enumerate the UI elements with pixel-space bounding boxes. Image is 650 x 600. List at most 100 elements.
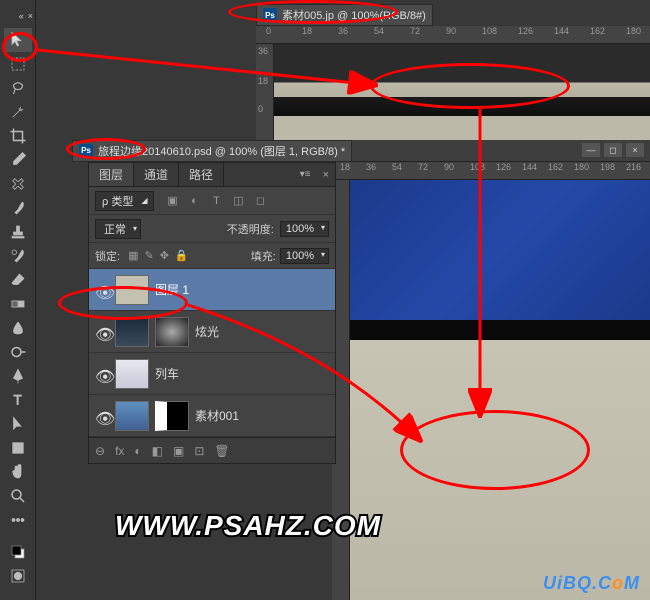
visibility-icon[interactable]: 👁 bbox=[95, 283, 109, 297]
panel-close-icon[interactable]: × bbox=[317, 169, 335, 181]
svg-text:T: T bbox=[13, 393, 21, 408]
tab-paths[interactable]: 路径 bbox=[179, 163, 224, 186]
layer-thumb[interactable] bbox=[115, 359, 149, 389]
panel-menu-icon[interactable]: ▾≡ bbox=[294, 169, 317, 180]
collapse-icon[interactable]: « bbox=[19, 11, 24, 21]
lock-row: 锁定: ▦ ✎ ✥ 🔒 填充: 100% bbox=[89, 243, 335, 269]
blend-row: 正常 不透明度: 100% bbox=[89, 215, 335, 243]
quick-mask-tool[interactable] bbox=[4, 564, 32, 588]
move-tool[interactable] bbox=[4, 28, 32, 52]
layer-mask[interactable] bbox=[155, 317, 189, 347]
new-layer-icon[interactable]: ⊡ bbox=[194, 444, 204, 458]
ps-icon: Ps bbox=[263, 8, 277, 22]
opacity-label: 不透明度: bbox=[227, 221, 274, 237]
fill-label: 填充: bbox=[251, 248, 276, 264]
eyedropper-tool[interactable] bbox=[4, 148, 32, 172]
visibility-icon[interactable]: 👁 bbox=[95, 409, 109, 423]
canvas-blue-area bbox=[350, 180, 650, 320]
visibility-icon[interactable]: 👁 bbox=[95, 367, 109, 381]
filter-row: ρ 类型 ◢ ▣ ◐ T ◫ ◻ bbox=[89, 187, 335, 215]
heal-tool[interactable] bbox=[4, 172, 32, 196]
hand-tool[interactable] bbox=[4, 460, 32, 484]
watermark-main: WWW.PSAHZ.COM WWW.PSAHZ.COM bbox=[115, 510, 381, 542]
canvas-black-strip bbox=[350, 320, 650, 340]
crop-tool[interactable] bbox=[4, 124, 32, 148]
canvas-doc2[interactable] bbox=[350, 180, 650, 600]
marquee-tool[interactable] bbox=[4, 52, 32, 76]
pen-tool[interactable] bbox=[4, 364, 32, 388]
eraser-tool[interactable] bbox=[4, 268, 32, 292]
visibility-icon[interactable]: 👁 bbox=[95, 325, 109, 339]
lock-trans-icon[interactable]: ▦ bbox=[128, 249, 138, 262]
lock-label: 锁定: bbox=[95, 248, 120, 264]
layer-row[interactable]: 👁 列车 bbox=[89, 353, 335, 395]
filter-shape-icon[interactable]: ◫ bbox=[230, 193, 246, 209]
layer-thumb[interactable] bbox=[115, 401, 149, 431]
trash-icon[interactable]: 🗑 bbox=[214, 444, 229, 458]
stamp-tool[interactable] bbox=[4, 220, 32, 244]
canvas-doc1[interactable] bbox=[274, 44, 650, 140]
toolbar-header: « × bbox=[0, 4, 35, 28]
fg-bg-colors[interactable] bbox=[4, 540, 32, 564]
layer-list: 👁 图层 1 👁 炫光 👁 列车 bbox=[89, 269, 335, 437]
layer-name[interactable]: 素材001 bbox=[195, 407, 239, 424]
layer-name[interactable]: 图层 1 bbox=[155, 281, 189, 298]
mask-icon[interactable]: ◐ bbox=[134, 444, 141, 458]
blend-mode-select[interactable]: 正常 bbox=[95, 219, 141, 239]
layer-row[interactable]: 👁 素材001 bbox=[89, 395, 335, 437]
ps-icon: Ps bbox=[79, 144, 93, 158]
filter-pixel-icon[interactable]: ▣ bbox=[164, 193, 180, 209]
opacity-value[interactable]: 100% bbox=[280, 221, 329, 237]
window-close-button[interactable]: × bbox=[626, 143, 644, 157]
adjustment-icon[interactable]: ◧ bbox=[152, 444, 163, 458]
tools-toolbar: « × T bbox=[0, 0, 36, 600]
path-select-tool[interactable] bbox=[4, 412, 32, 436]
zoom-tool[interactable] bbox=[4, 484, 32, 508]
ruler-horizontal-2: 18 36 54 72 90 108 126 144 162 180 198 2… bbox=[332, 162, 650, 180]
fx-icon[interactable]: fx bbox=[115, 444, 124, 458]
document-tab-1[interactable]: Ps 素材005.jp @ 100%(RGB/8#) bbox=[256, 4, 433, 26]
close-icon[interactable]: × bbox=[28, 11, 33, 21]
window-min-button[interactable]: — bbox=[582, 143, 600, 157]
filter-kind-select[interactable]: ρ 类型 ◢ bbox=[95, 191, 154, 211]
lock-pixel-icon[interactable]: ✎ bbox=[144, 249, 153, 262]
fill-value[interactable]: 100% bbox=[280, 248, 329, 264]
canvas-grey-area bbox=[350, 340, 650, 600]
lock-pos-icon[interactable]: ✥ bbox=[160, 249, 169, 262]
doc-tab-title: 旅程边缘20140610.psd @ 100% (图层 1, RGB/8) * bbox=[98, 143, 345, 159]
panel-tabs: 图层 通道 路径 ▾≡ × bbox=[89, 163, 335, 187]
filter-smart-icon[interactable]: ◻ bbox=[252, 193, 268, 209]
filter-type-icon[interactable]: T bbox=[208, 193, 224, 209]
document-tab-2[interactable]: Ps 旅程边缘20140610.psd @ 100% (图层 1, RGB/8)… bbox=[72, 140, 352, 162]
filter-icons: ▣ ◐ T ◫ ◻ bbox=[164, 193, 268, 209]
layer-name[interactable]: 炫光 bbox=[195, 323, 219, 340]
tab-channels[interactable]: 通道 bbox=[134, 163, 179, 186]
tab-layers[interactable]: 图层 bbox=[89, 163, 134, 186]
layer-row[interactable]: 👁 图层 1 bbox=[89, 269, 335, 311]
layer-thumb[interactable] bbox=[115, 275, 149, 305]
layers-panel: 图层 通道 路径 ▾≡ × ρ 类型 ◢ ▣ ◐ T ◫ ◻ bbox=[88, 162, 336, 464]
filter-adjust-icon[interactable]: ◐ bbox=[186, 193, 202, 209]
watermark-sub: UiBQ.CoM bbox=[543, 573, 640, 594]
group-icon[interactable]: ▣ bbox=[173, 444, 184, 458]
wand-tool[interactable] bbox=[4, 100, 32, 124]
type-tool[interactable]: T bbox=[4, 388, 32, 412]
link-layers-icon[interactable]: ⊖ bbox=[95, 444, 105, 458]
dodge-tool[interactable] bbox=[4, 340, 32, 364]
layer-mask[interactable] bbox=[155, 401, 189, 431]
layer-name[interactable]: 列车 bbox=[155, 365, 179, 382]
window-max-button[interactable]: ◻ bbox=[604, 143, 622, 157]
shape-tool[interactable] bbox=[4, 436, 32, 460]
blur-tool[interactable] bbox=[4, 316, 32, 340]
lasso-tool[interactable] bbox=[4, 76, 32, 100]
lock-all-icon[interactable]: 🔒 bbox=[175, 249, 189, 262]
layer-thumb[interactable] bbox=[115, 317, 149, 347]
layer-row[interactable]: 👁 炫光 bbox=[89, 311, 335, 353]
history-brush-tool[interactable] bbox=[4, 244, 32, 268]
ruler-horizontal-1: 0 18 36 54 72 90 108 126 144 162 180 bbox=[256, 26, 650, 44]
panel-footer: ⊖ fx ◐ ◧ ▣ ⊡ 🗑 bbox=[89, 437, 335, 463]
brush-tool[interactable] bbox=[4, 196, 32, 220]
doc-tab-title: 素材005.jp @ 100%(RGB/8#) bbox=[282, 7, 426, 23]
gradient-tool[interactable] bbox=[4, 292, 32, 316]
edit-toolbar[interactable] bbox=[4, 508, 32, 532]
